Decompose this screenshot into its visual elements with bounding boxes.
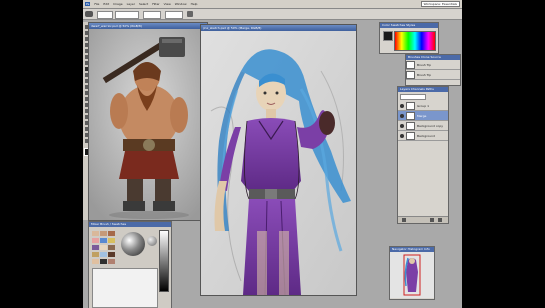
brush-row[interactable]: Brush Tip: [406, 60, 460, 70]
flow-field[interactable]: [165, 11, 183, 19]
blend-mode-dropdown[interactable]: [400, 94, 426, 100]
link-layers-icon[interactable]: [402, 218, 406, 222]
color-swatch[interactable]: [108, 231, 115, 236]
folder-icon: [406, 101, 415, 110]
layer-row[interactable]: Merge: [398, 111, 448, 121]
menu-filter[interactable]: Filter: [152, 2, 159, 6]
layer-thumbnail: [406, 111, 415, 120]
color-swatch[interactable]: [108, 252, 115, 257]
layer-name: Background: [417, 133, 435, 138]
color-swatch[interactable]: [92, 245, 99, 250]
options-bar: [83, 9, 462, 20]
layer-name: Group 1: [417, 103, 429, 108]
color-swatch[interactable]: [100, 259, 107, 264]
opacity-field[interactable]: [143, 11, 161, 19]
color-panel-title: Color Swatches Styles: [380, 23, 438, 28]
layers-footer: [398, 216, 448, 223]
color-mixer-ball-icon[interactable]: [121, 232, 145, 256]
navigator-panel[interactable]: Navigator Histogram Info: [389, 246, 435, 300]
color-swatch[interactable]: [100, 231, 107, 236]
layer-thumbnail: [406, 121, 415, 130]
color-panel[interactable]: Color Swatches Styles: [379, 22, 439, 54]
menu-file[interactable]: File: [94, 2, 99, 6]
color-swatch[interactable]: [92, 238, 99, 243]
reference-painting: [89, 29, 207, 220]
airbrush-icon[interactable]: [187, 11, 193, 17]
brush-tip-thumbnail: [406, 70, 415, 79]
navigator-panel-title: Navigator Histogram Info: [390, 247, 434, 252]
left-letterbox: [0, 0, 83, 308]
menu-window[interactable]: Window: [175, 2, 187, 6]
right-letterbox: [462, 0, 545, 308]
delete-layer-icon[interactable]: [438, 218, 442, 222]
brush-preset-icon[interactable]: [85, 11, 93, 17]
color-ramp[interactable]: [394, 31, 436, 51]
brushes-panel[interactable]: Brushes Clone Source Brush Tip Brush Tip: [405, 54, 461, 86]
color-swatch[interactable]: [100, 245, 107, 250]
mixer-well: [92, 268, 158, 308]
brush-tip-thumbnail: [406, 60, 415, 69]
mixer-panel-title: Mixer Brush / Swatches: [89, 222, 171, 227]
layer-thumbnail: [406, 131, 415, 140]
navigator-preview[interactable]: [390, 252, 434, 298]
eye-icon[interactable]: [400, 103, 404, 108]
layer-row[interactable]: Background: [398, 131, 448, 141]
menu-layer[interactable]: Layer: [127, 2, 135, 6]
color-swatch[interactable]: [100, 238, 107, 243]
photoshop-screen: Ps File Edit Image Layer Select Filter V…: [83, 0, 462, 308]
layers-panel[interactable]: Layers Channels Paths Group 1 Merge Back…: [397, 86, 449, 224]
main-document-window[interactable]: jinx_sketch.psd @ 50% (Merge, RGB/8): [200, 24, 357, 296]
color-swatch[interactable]: [100, 252, 107, 257]
layers-panel-title: Layers Channels Paths: [398, 87, 448, 92]
main-painting-canvas[interactable]: [201, 31, 356, 295]
layer-row[interactable]: Background copy: [398, 121, 448, 131]
layer-row[interactable]: Group 1: [398, 101, 448, 111]
menu-edit[interactable]: Edit: [103, 2, 109, 6]
color-swatch[interactable]: [108, 245, 115, 250]
color-swatch[interactable]: [108, 259, 115, 264]
eye-icon[interactable]: [400, 133, 404, 138]
value-slider[interactable]: [159, 230, 169, 292]
color-swatch[interactable]: [92, 231, 99, 236]
mixer-swatches-panel[interactable]: Mixer Brush / Swatches: [88, 221, 172, 308]
foreground-color-chip[interactable]: [383, 31, 393, 41]
brush-row[interactable]: Brush Tip: [406, 70, 460, 80]
layer-name: Background copy: [417, 123, 444, 128]
menu-help[interactable]: Help: [191, 2, 198, 6]
eye-icon[interactable]: [400, 113, 404, 118]
new-layer-icon[interactable]: [430, 218, 434, 222]
app-logo: Ps: [85, 2, 91, 6]
menu-image[interactable]: Image: [113, 2, 122, 6]
reference-document-window[interactable]: dwarf_warrior.psd @ 50% (RGB/8): [88, 22, 208, 221]
workspace-switcher[interactable]: Workspace: Essentials: [420, 1, 460, 7]
layer-name: Merge: [417, 113, 427, 118]
menu-bar: Ps File Edit Image Layer Select Filter V…: [83, 0, 462, 9]
eye-icon[interactable]: [400, 123, 404, 128]
brush-row-label: Brush Tip: [417, 62, 432, 67]
color-swatch[interactable]: [92, 252, 99, 257]
brush-size-field[interactable]: [97, 11, 113, 19]
brush-row-label: Brush Tip: [417, 72, 432, 77]
color-swatch[interactable]: [108, 238, 115, 243]
mixer-ball-small-icon[interactable]: [147, 236, 157, 246]
menu-view[interactable]: View: [164, 2, 171, 6]
color-swatch[interactable]: [92, 259, 99, 264]
menu-select[interactable]: Select: [139, 2, 148, 6]
mode-dropdown[interactable]: [115, 11, 139, 19]
layers-list: Group 1 Merge Background copy Background: [398, 101, 448, 141]
